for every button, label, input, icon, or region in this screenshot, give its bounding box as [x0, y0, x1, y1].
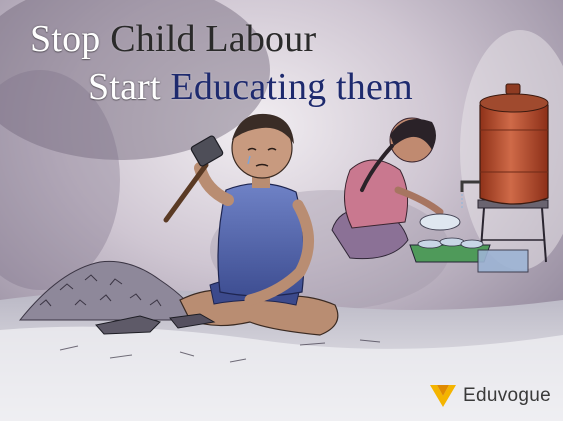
headline-word-start: Start — [88, 66, 161, 108]
headline: Stop Child Labour Start Educating them — [0, 0, 563, 120]
headline-line-2: Start Educating them — [88, 66, 413, 108]
brand-logo: Eduvogue — [429, 383, 551, 409]
child-labour-poster: Stop Child Labour Start Educating them E… — [0, 0, 563, 421]
v-chevron-logo-icon — [430, 385, 457, 407]
headline-phrase-child-labour: Child Labour — [110, 18, 317, 60]
headline-line-1: Stop Child Labour — [30, 18, 316, 60]
brand-name: Eduvogue — [463, 385, 551, 406]
headline-word-stop: Stop — [30, 18, 101, 60]
headline-phrase-educating-them: Educating them — [170, 66, 413, 108]
